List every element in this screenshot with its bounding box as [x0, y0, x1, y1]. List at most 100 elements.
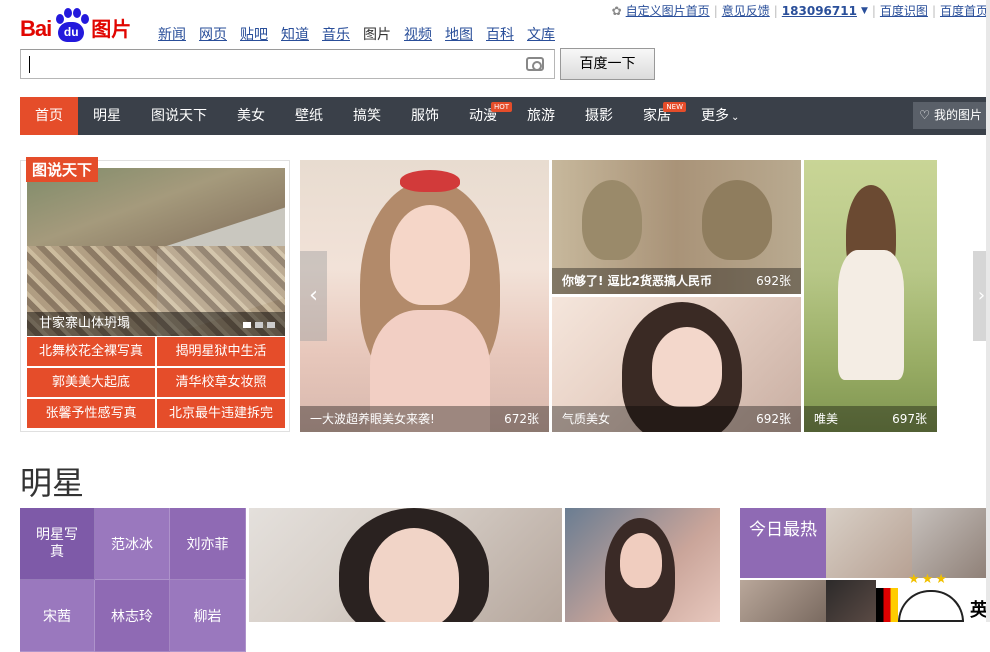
nav-funny[interactable]: 搞笑 [338, 97, 396, 135]
feature-links: 北舞校花全裸写真 揭明星狱中生活 郭美美大起底 清华校草女妆照 张馨予性感写真 … [27, 337, 285, 428]
prod-image: 图片 [363, 27, 391, 43]
paw-icon: du [52, 8, 90, 42]
prod-music[interactable]: 音乐 [322, 24, 350, 44]
feature-image[interactable]: 甘家寨山体坍塌 [27, 168, 285, 336]
feature-link[interactable]: 张馨予性感写真 [27, 399, 155, 428]
star-cat-fanbingbing[interactable]: 范冰冰 [95, 508, 170, 580]
dfb-badge-icon [898, 590, 964, 622]
main-slide-caption: 一大波超养眼美女来袭! 672张 [300, 406, 549, 432]
hot-thumb[interactable] [826, 508, 912, 578]
tile-aesthetic-caption: 唯美 697张 [804, 406, 937, 432]
divider: | [931, 3, 936, 18]
star-cat-photos[interactable]: 明星写真 [20, 508, 95, 580]
chevron-down-icon[interactable]: ▼ [861, 6, 868, 16]
star-cat-linzhiling[interactable]: 林志玲 [95, 580, 170, 652]
star-cat-liuyifei[interactable]: 刘亦菲 [170, 508, 246, 580]
tile-elegant-title: 气质美女 [562, 412, 611, 426]
search-button[interactable]: 百度一下 [560, 48, 655, 80]
figure-body [838, 250, 904, 380]
camera-icon[interactable] [526, 57, 544, 71]
my-pics-button[interactable]: ♡ 我的图片 [913, 102, 988, 129]
tushuo-tag: 图说天下 [26, 157, 99, 182]
heart-icon: ♡ [919, 108, 930, 122]
nav-tushuo[interactable]: 图说天下 [136, 97, 222, 135]
nav-stars[interactable]: 明星 [78, 97, 136, 135]
hot-thumb[interactable] [912, 508, 990, 578]
nav-photo[interactable]: 摄影 [570, 97, 628, 135]
hot-badge: HOT [490, 102, 512, 112]
tile-elegant-caption: 气质美女 692张 [552, 406, 801, 432]
shitu-link[interactable]: 百度识图 [880, 2, 928, 19]
search-input[interactable] [20, 49, 555, 79]
feature-link[interactable]: 北京最牛违建拆完 [157, 399, 285, 428]
nav-more-label: 更多 [701, 108, 729, 124]
vertical-scrollbar[interactable] [986, 0, 990, 622]
text-caret [29, 56, 30, 73]
divider: | [773, 3, 778, 18]
tile-elegant[interactable]: 气质美女 692张 [552, 297, 801, 432]
hot-thumb[interactable] [740, 580, 826, 622]
prod-wenku[interactable]: 文库 [527, 24, 555, 44]
feature-link[interactable]: 清华校草女妆照 [157, 368, 285, 397]
nav-more[interactable]: 更多 ⌄ [686, 97, 754, 135]
prod-tieba[interactable]: 贴吧 [240, 24, 268, 44]
user-bar: ✿ 自定义图片首页 | 意见反馈 | 183096711 ▼ | 百度识图 | … [612, 2, 988, 19]
carousel-dots[interactable] [243, 322, 275, 328]
tile-money-title: 你够了! 逗比2货恶搞人民币 [562, 274, 713, 288]
main-slide-count: 672张 [504, 412, 539, 426]
nav-fashion[interactable]: 服饰 [396, 97, 454, 135]
star-cat-liuyan[interactable]: 柳岩 [170, 580, 246, 652]
chevron-down-icon: ⌄ [731, 112, 740, 123]
prod-web[interactable]: 网页 [199, 24, 227, 44]
gold-stars-icon: ★★★ [908, 572, 949, 587]
logo-bai: Bai [20, 16, 52, 41]
tile-money-count: 692张 [756, 274, 791, 288]
feedback-link[interactable]: 意见反馈 [722, 2, 770, 19]
main-slide[interactable]: 一大波超养眼美女来袭! 672张 [300, 160, 549, 432]
section-title: 明星 [20, 464, 85, 502]
feature-link[interactable]: 北舞校花全裸写真 [27, 337, 155, 366]
star-cat-songqian[interactable]: 宋茜 [20, 580, 95, 652]
tile-aesthetic-title: 唯美 [814, 412, 839, 426]
my-pics-label: 我的图片 [933, 108, 982, 122]
nav-beauty[interactable]: 美女 [222, 97, 280, 135]
logo-du: du [58, 22, 85, 42]
nav-home-decor[interactable]: 家居 NEW [628, 97, 686, 135]
nav-anime[interactable]: 动漫 HOT [454, 97, 512, 135]
prod-zhidao[interactable]: 知道 [281, 24, 309, 44]
figure-face [620, 533, 662, 588]
today-hot-label[interactable]: 今日最热 [740, 508, 826, 578]
nav-travel[interactable]: 旅游 [512, 97, 570, 135]
tile-money[interactable]: 你够了! 逗比2货恶搞人民币 692张 [552, 160, 801, 294]
slider-prev-button[interactable]: ‹ [300, 251, 327, 341]
feature-box: 甘家寨山体坍塌 图说天下 北舞校花全裸写真 揭明星狱中生活 郭美美大起底 清华校… [20, 157, 290, 432]
feature-link[interactable]: 揭明星狱中生活 [157, 337, 285, 366]
baidu-logo[interactable]: Bai du 图片 [20, 4, 131, 42]
username-link[interactable]: 183096711 [782, 4, 857, 18]
logo-tupian: 图片 [91, 17, 132, 41]
hot-thumb[interactable] [826, 580, 876, 622]
prod-video[interactable]: 视频 [404, 24, 432, 44]
german-flag-icon [876, 588, 898, 622]
feature-link[interactable]: 郭美美大起底 [27, 368, 155, 397]
portrait-shape [582, 180, 642, 260]
prod-news[interactable]: 新闻 [158, 24, 186, 44]
main-nav: 首页 明星 图说天下 美女 壁纸 搞笑 服饰 动漫 HOT 旅游 摄影 家居 NEW… [20, 97, 988, 135]
nav-home[interactable]: 首页 [20, 97, 78, 135]
nav-wallpaper[interactable]: 壁纸 [280, 97, 338, 135]
figure-face [652, 327, 722, 407]
prod-map[interactable]: 地图 [445, 24, 473, 44]
divider: | [713, 3, 718, 18]
baidu-home-link[interactable]: 百度首页 [940, 2, 988, 19]
tile-money-caption: 你够了! 逗比2货恶搞人民币 692张 [552, 268, 801, 294]
prod-baike[interactable]: 百科 [486, 24, 514, 44]
tile-aesthetic[interactable]: 唯美 697张 [804, 160, 937, 432]
product-nav: 新闻 网页 贴吧 知道 音乐 图片 视频 地图 百科 文库 [158, 24, 568, 44]
star-thumb-image[interactable] [565, 508, 720, 622]
custom-home-link[interactable]: 自定义图片首页 [626, 2, 710, 19]
figure-face [369, 528, 459, 622]
divider: | [871, 3, 876, 18]
figure-face [390, 205, 470, 305]
portrait-shape [702, 180, 772, 260]
star-feature-image[interactable] [249, 508, 562, 622]
